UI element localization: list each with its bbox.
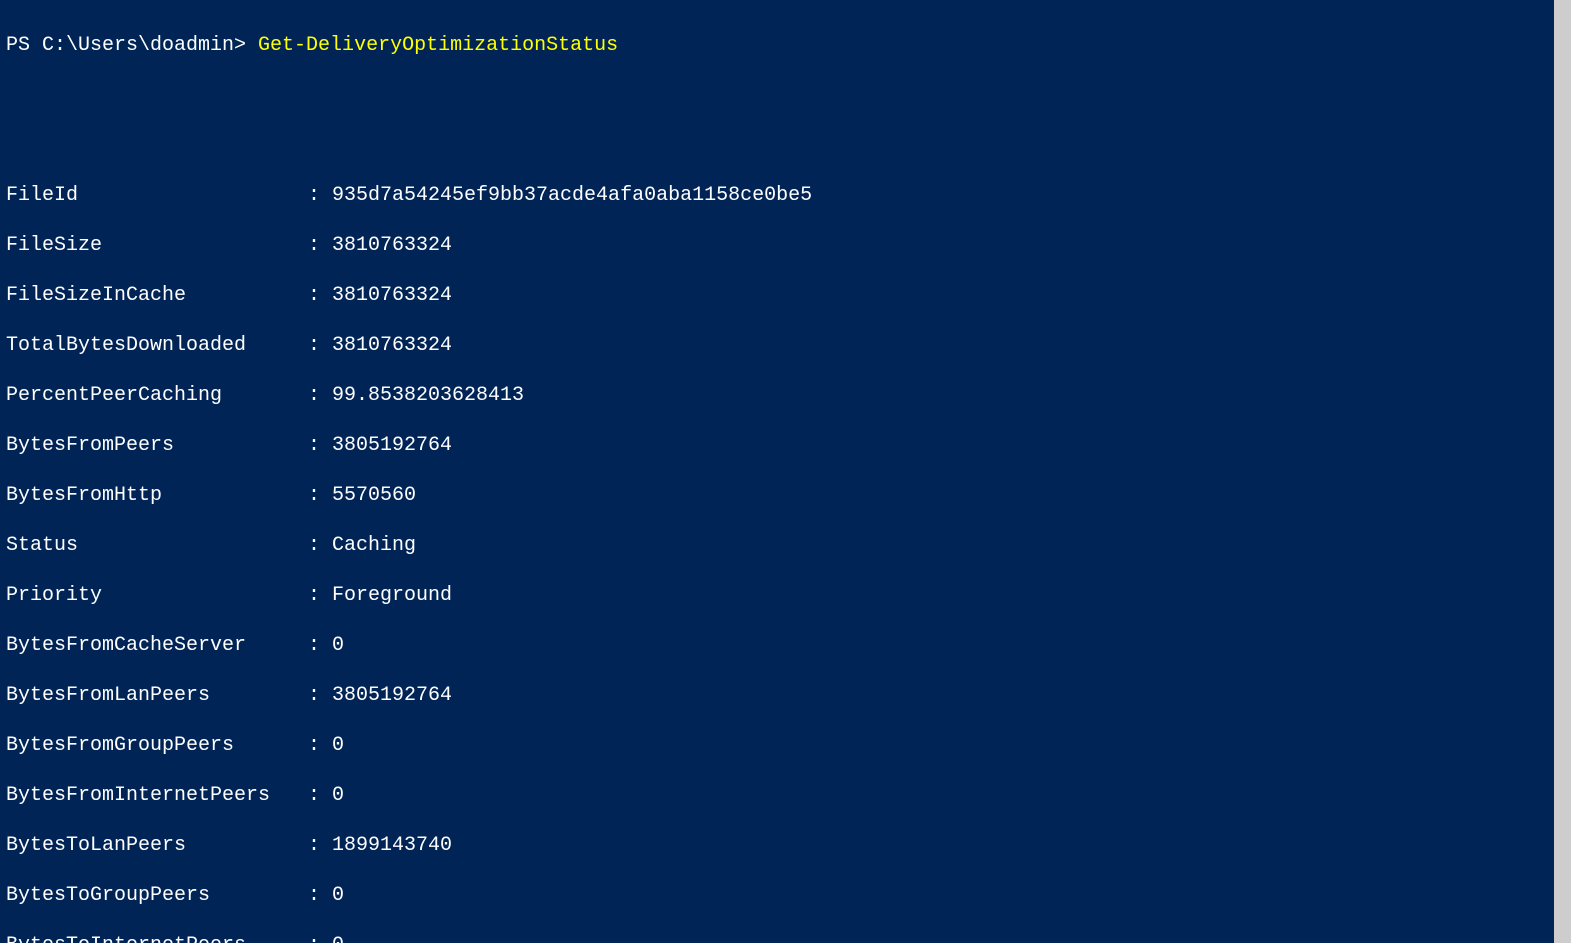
val-percentpeercaching: 99.8538203628413 [332,383,524,408]
key-bytesfromcacheserver: BytesFromCacheServer [6,633,308,658]
powershell-terminal[interactable]: PS C:\Users\doadmin> Get-DeliveryOptimiz… [0,0,1571,943]
command-text: Get-DeliveryOptimizationStatus [258,33,618,58]
output-row-bytestolanpeers: BytesToLanPeers: 1899143740 [6,833,1565,858]
val-bytestolanpeers: 1899143740 [332,833,452,858]
separator: : [308,283,332,308]
output-row-filesize: FileSize: 3810763324 [6,233,1565,258]
separator: : [308,783,332,808]
output-row-priority: Priority: Foreground [6,583,1565,608]
key-priority: Priority [6,583,308,608]
prompt-line: PS C:\Users\doadmin> Get-DeliveryOptimiz… [6,33,1565,58]
separator: : [308,333,332,358]
output-row-bytestogrouppeers: BytesToGroupPeers: 0 [6,883,1565,908]
key-bytesfromhttp: BytesFromHttp [6,483,308,508]
separator: : [308,433,332,458]
key-bytesfrominternetpeers: BytesFromInternetPeers [6,783,308,808]
output-row-percentpeercaching: PercentPeerCaching: 99.8538203628413 [6,383,1565,408]
separator: : [308,483,332,508]
val-status: Caching [332,533,416,558]
key-status: Status [6,533,308,558]
output-row-totalbytesdownloaded: TotalBytesDownloaded: 3810763324 [6,333,1565,358]
val-bytesfrompeers: 3805192764 [332,433,452,458]
val-filesize: 3810763324 [332,233,452,258]
key-totalbytesdownloaded: TotalBytesDownloaded [6,333,308,358]
vertical-scrollbar[interactable] [1554,0,1571,943]
output-row-status: Status: Caching [6,533,1565,558]
blank-line [6,133,1565,158]
key-bytesfrompeers: BytesFromPeers [6,433,308,458]
separator: : [308,633,332,658]
key-percentpeercaching: PercentPeerCaching [6,383,308,408]
key-bytesfromgrouppeers: BytesFromGroupPeers [6,733,308,758]
blank-line [6,83,1565,108]
output-row-bytesfromcacheserver: BytesFromCacheServer: 0 [6,633,1565,658]
val-bytesfromcacheserver: 0 [332,633,344,658]
separator: : [308,583,332,608]
val-totalbytesdownloaded: 3810763324 [332,333,452,358]
separator: : [308,683,332,708]
val-filesizeincache: 3810763324 [332,283,452,308]
separator: : [308,533,332,558]
val-bytesfromlanpeers: 3805192764 [332,683,452,708]
output-row-filesizeincache: FileSizeInCache: 3810763324 [6,283,1565,308]
val-fileid: 935d7a54245ef9bb37acde4afa0aba1158ce0be5 [332,183,812,208]
val-bytestointernetpeers: 0 [332,933,344,943]
key-filesizeincache: FileSizeInCache [6,283,308,308]
key-bytestogrouppeers: BytesToGroupPeers [6,883,308,908]
output-row-bytestointernetpeers: BytesToInternetPeers: 0 [6,933,1565,943]
prompt-prefix: PS C:\Users\doadmin> [6,33,258,58]
output-row-bytesfromlanpeers: BytesFromLanPeers: 3805192764 [6,683,1565,708]
val-bytestogrouppeers: 0 [332,883,344,908]
separator: : [308,233,332,258]
output-row-bytesfrominternetpeers: BytesFromInternetPeers: 0 [6,783,1565,808]
separator: : [308,933,332,943]
separator: : [308,183,332,208]
separator: : [308,833,332,858]
key-bytesfromlanpeers: BytesFromLanPeers [6,683,308,708]
val-bytesfrominternetpeers: 0 [332,783,344,808]
key-bytestointernetpeers: BytesToInternetPeers [6,933,308,943]
output-row-bytesfrompeers: BytesFromPeers: 3805192764 [6,433,1565,458]
val-priority: Foreground [332,583,452,608]
output-row-fileid: FileId: 935d7a54245ef9bb37acde4afa0aba11… [6,183,1565,208]
scrollbar-thumb[interactable] [1554,0,1571,943]
separator: : [308,733,332,758]
key-fileid: FileId [6,183,308,208]
separator: : [308,883,332,908]
val-bytesfromgrouppeers: 0 [332,733,344,758]
key-bytestolanpeers: BytesToLanPeers [6,833,308,858]
key-filesize: FileSize [6,233,308,258]
separator: : [308,383,332,408]
output-row-bytesfromhttp: BytesFromHttp: 5570560 [6,483,1565,508]
output-row-bytesfromgrouppeers: BytesFromGroupPeers: 0 [6,733,1565,758]
val-bytesfromhttp: 5570560 [332,483,416,508]
